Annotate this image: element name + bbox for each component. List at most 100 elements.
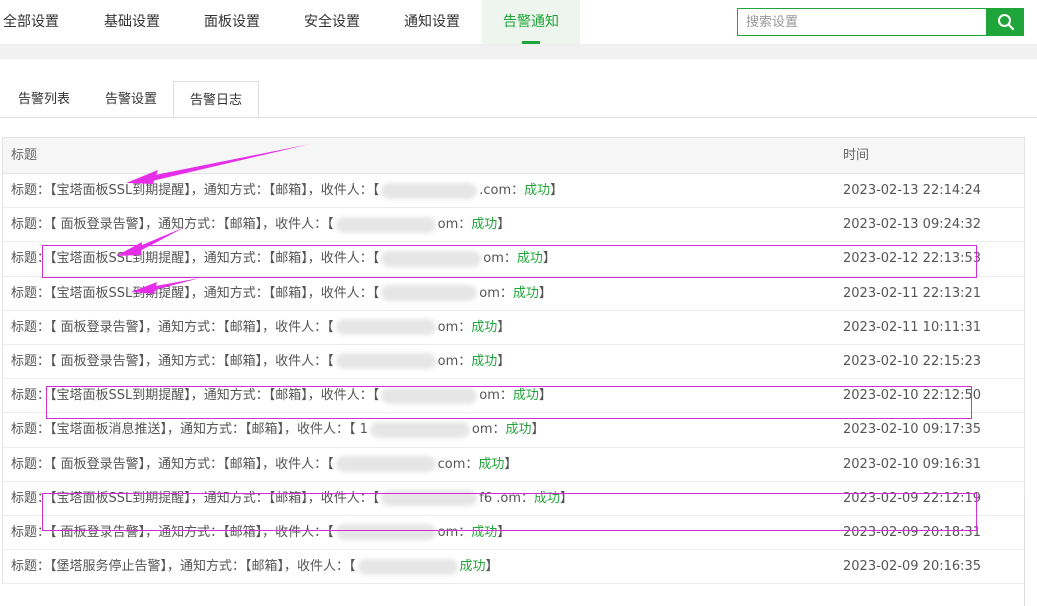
redacted-email <box>335 353 436 370</box>
log-message-prefix: 标题：【宝塔面板SSL到期提醒】，通知方式：【邮箱】，收件人：【 <box>11 183 380 198</box>
email-suffix: om： <box>437 353 472 369</box>
log-time: 2023-02-13 22:14:24 <box>843 183 982 198</box>
log-message: 标题：【堡塔服务停止告警】，通知方式：【邮箱】，收件人：【 成功】 <box>11 550 499 584</box>
separator <box>0 45 1037 59</box>
log-message-end: 】 <box>560 490 574 506</box>
table-row: 标题：【堡塔服务停止告警】，通知方式：【邮箱】，收件人：【 成功】 2023-02-… <box>3 550 1024 585</box>
log-message-end: 】 <box>504 456 518 472</box>
log-message: 标题：【 面板登录告警】，通知方式：【邮箱】，收件人：【 om：成功】 <box>11 516 510 550</box>
table-row: 标题：【 面板登录告警】，通知方式：【邮箱】，收件人：【 om：成功】 2023-0… <box>3 311 1024 345</box>
table-row: 标题：【 面板登录告警】，通知方式：【邮箱】，收件人：【 com：成功】 2023-… <box>3 448 1024 482</box>
log-message-prefix: 标题：【 面板登录告警】，通知方式：【邮箱】，收件人：【 <box>11 456 334 472</box>
status-success: 成功 <box>471 319 498 335</box>
redacted-email <box>335 216 436 233</box>
log-message-prefix: 标题：【宝塔面板SSL到期提醒】，通知方式：【邮箱】，收件人：【 <box>11 251 380 267</box>
status-success: 成功 <box>478 456 505 472</box>
redacted-email <box>357 558 458 575</box>
status-success: 成功 <box>516 251 543 267</box>
log-message-end: 】 <box>531 422 545 438</box>
table-row: 标题：【宝塔面板SSL到期提醒】，通知方式：【邮箱】，收件人：【 om：成功】 20… <box>3 379 1024 414</box>
log-time: 2023-02-09 20:18:31 <box>843 524 982 540</box>
redacted-email <box>381 250 482 267</box>
tab-security-settings[interactable]: 安全设置 <box>282 0 382 44</box>
redacted-email <box>335 456 436 472</box>
email-suffix: .com： <box>479 183 525 198</box>
log-message-prefix: 标题：【宝塔面板SSL到期提醒】，通知方式：【邮箱】，收件人：【 <box>11 388 380 404</box>
log-message-prefix: 标题：【堡塔服务停止告警】，通知方式：【邮箱】，收件人：【 <box>11 559 356 575</box>
table-row: 标题：【宝塔面板SSL到期提醒】，通知方式：【邮箱】，收件人：【 f6 .om：成… <box>3 482 1024 516</box>
search-box <box>737 8 994 36</box>
table-row: 标题：【宝塔面板SSL到期提醒】，通知方式：【邮箱】，收件人：【 .com：成功】… <box>3 174 1024 209</box>
subtab-alert-list[interactable]: 告警列表 <box>0 81 88 117</box>
subtab-alert-settings[interactable]: 告警设置 <box>88 81 174 117</box>
log-message-end: 】 <box>497 319 511 335</box>
table-row: 标题：【宝塔面板SSL到期提醒】，通知方式：【邮箱】，收件人：【 om：成功】 20… <box>3 277 1024 311</box>
log-time: 2023-02-10 09:17:35 <box>843 422 982 438</box>
log-message-end: 】 <box>550 183 564 198</box>
table-row: 标题：【 面板登录告警】，通知方式：【邮箱】，收件人：【 om：成功】 2023-0… <box>3 516 1024 551</box>
email-suffix: om： <box>471 422 506 438</box>
log-message: 标题：【宝塔面板SSL到期提醒】，通知方式：【邮箱】，收件人：【 om：成功】 <box>11 277 552 311</box>
tab-alert-notification[interactable]: 告警通知 <box>482 0 580 44</box>
subtab-bar: 告警列表 告警设置 告警日志 <box>0 81 1037 118</box>
redacted-email <box>381 387 478 404</box>
status-success: 成功 <box>533 490 560 506</box>
redacted-email <box>369 421 470 438</box>
email-suffix: om： <box>437 319 472 335</box>
log-time: 2023-02-11 22:13:21 <box>843 285 982 301</box>
log-message: 标题：【宝塔面板SSL到期提醒】，通知方式：【邮箱】，收件人：【 .com：成功】 <box>11 174 563 208</box>
tab-notification-settings[interactable]: 通知设置 <box>382 0 482 44</box>
redacted-email <box>381 182 478 199</box>
status-success: 成功 <box>459 559 486 575</box>
log-time: 2023-02-11 10:11:31 <box>843 319 982 335</box>
status-success: 成功 <box>512 285 539 301</box>
log-message-prefix: 标题：【 面板登录告警】，通知方式：【邮箱】，收件人：【 <box>11 217 334 233</box>
status-success: 成功 <box>471 524 498 540</box>
subtab-alert-log[interactable]: 告警日志 <box>173 81 259 117</box>
log-time: 2023-02-13 09:24:32 <box>843 217 982 233</box>
tab-panel-settings[interactable]: 面板设置 <box>182 0 282 44</box>
log-message-end: 】 <box>497 217 511 233</box>
table-row: 标题：【 面板登录告警】，通知方式：【邮箱】，收件人：【 om：成功】 2023-0… <box>3 208 1024 243</box>
email-suffix: om： <box>437 217 472 233</box>
table-body: 标题：【宝塔面板SSL到期提醒】，通知方式：【邮箱】，收件人：【 .com：成功】… <box>3 174 1024 585</box>
email-suffix: om： <box>483 251 517 267</box>
side-panel-edge <box>1024 493 1037 606</box>
log-time: 2023-02-10 22:12:50 <box>843 388 982 404</box>
redacted-email <box>381 285 478 302</box>
redacted-email <box>335 524 436 541</box>
column-header-title: 标题 <box>11 148 38 163</box>
top-nav: 全部设置 基础设置 面板设置 安全设置 通知设置 告警通知 <box>0 0 1037 45</box>
log-message: 标题：【 面板登录告警】，通知方式：【邮箱】，收件人：【 om：成功】 <box>11 208 510 242</box>
log-message-prefix: 标题：【 面板登录告警】，通知方式：【邮箱】，收件人：【 <box>11 353 334 369</box>
log-message-end: 】 <box>538 285 552 301</box>
status-success: 成功 <box>505 422 532 438</box>
log-message-end: 】 <box>538 388 552 404</box>
table-row: 标题：【宝塔面板SSL到期提醒】，通知方式：【邮箱】，收件人：【 om：成功】 20… <box>3 242 1024 277</box>
alert-log-table: 标题 时间 标题：【宝塔面板SSL到期提醒】，通知方式：【邮箱】，收件人：【 .c… <box>2 137 1025 585</box>
search-button[interactable] <box>987 8 1024 36</box>
log-time: 2023-02-12 22:13:53 <box>843 251 982 267</box>
email-suffix: f6 .om： <box>479 490 534 506</box>
log-message-prefix: 标题：【 面板登录告警】，通知方式：【邮箱】，收件人：【 <box>11 524 334 540</box>
email-suffix: om： <box>479 285 513 301</box>
log-time: 2023-02-10 22:15:23 <box>843 353 982 369</box>
tab-all-settings[interactable]: 全部设置 <box>0 0 62 44</box>
log-message: 标题：【宝塔面板消息推送】，通知方式：【邮箱】，收件人：【 1 om：成功】 <box>11 413 545 447</box>
redacted-email <box>335 319 436 336</box>
log-message-end: 】 <box>497 353 511 369</box>
column-header-time: 时间 <box>843 148 870 163</box>
log-message-end: 】 <box>542 251 556 267</box>
log-message: 标题：【 面板登录告警】，通知方式：【邮箱】，收件人：【 om：成功】 <box>11 311 510 345</box>
log-message-end: 】 <box>485 559 499 575</box>
log-message-prefix: 标题：【宝塔面板SSL到期提醒】，通知方式：【邮箱】，收件人：【 <box>11 490 380 506</box>
status-success: 成功 <box>524 183 551 198</box>
log-message-prefix: 标题：【宝塔面板SSL到期提醒】，通知方式：【邮箱】，收件人：【 <box>11 285 380 301</box>
status-success: 成功 <box>512 388 539 404</box>
log-time: 2023-02-10 09:16:31 <box>843 456 982 472</box>
email-suffix: om： <box>479 388 513 404</box>
tab-basic-settings[interactable]: 基础设置 <box>82 0 182 44</box>
search-input[interactable] <box>738 9 994 35</box>
status-success: 成功 <box>471 217 498 233</box>
log-time: 2023-02-09 20:16:35 <box>843 559 982 575</box>
